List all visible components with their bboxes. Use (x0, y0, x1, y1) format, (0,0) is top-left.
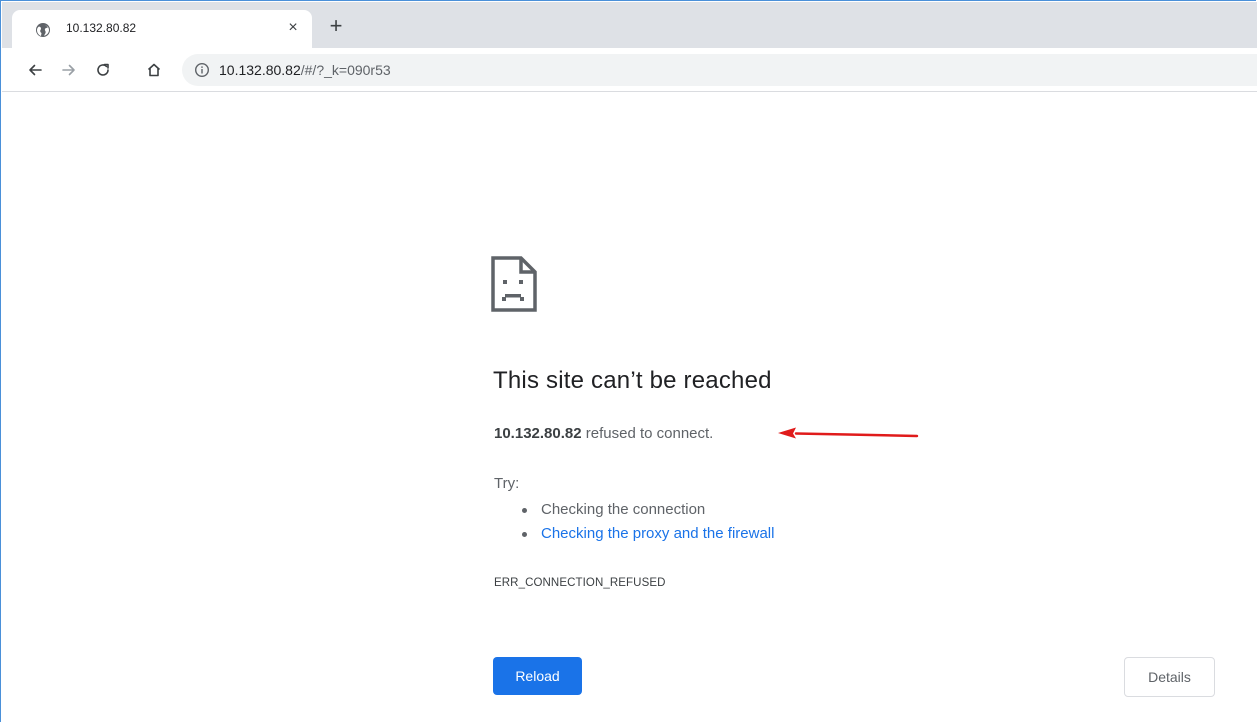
suggestion-text: Checking the connection (541, 501, 706, 518)
browser-window: 10.132.80.82 × + 10.132.80.82/#/?_k=090r… (0, 0, 1257, 722)
sad-page-icon (491, 256, 537, 312)
home-icon (147, 63, 161, 77)
tab-strip: 10.132.80.82 × + (2, 2, 1257, 48)
info-icon[interactable] (194, 62, 210, 78)
address-bar[interactable]: 10.132.80.82/#/?_k=090r53 (182, 54, 1257, 86)
tab-title: 10.132.80.82 (66, 21, 137, 35)
error-summary: 10.132.80.82 refused to connect. (494, 425, 713, 442)
annotation-arrow-icon (778, 427, 919, 439)
bullet-icon (522, 532, 527, 537)
suggestion-item-link[interactable]: Checking the proxy and the firewall (494, 522, 774, 546)
back-button[interactable] (22, 57, 48, 83)
details-button[interactable]: Details (1124, 657, 1215, 697)
globe-icon (36, 23, 50, 37)
url-path: /#/?_k=090r53 (300, 62, 391, 78)
forward-arrow-icon (62, 64, 75, 76)
forward-button[interactable] (56, 57, 82, 83)
reload-page-button[interactable] (90, 57, 116, 83)
active-tab[interactable]: 10.132.80.82 × (12, 10, 312, 48)
new-tab-button[interactable]: + (324, 15, 348, 39)
suggestion-item: Checking the connection (494, 498, 774, 522)
suggestion-list: Checking the connection Checking the pro… (494, 498, 774, 546)
error-code: ERR_CONNECTION_REFUSED (494, 577, 666, 589)
url-text[interactable]: 10.132.80.82/#/?_k=090r53 (219, 62, 391, 78)
proxy-firewall-link[interactable]: Checking the proxy and the firewall (541, 525, 774, 542)
bullet-icon (522, 508, 527, 513)
refresh-icon (97, 63, 109, 76)
error-heading: This site can’t be reached (493, 367, 772, 394)
home-button[interactable] (141, 57, 167, 83)
url-host: 10.132.80.82 (219, 62, 301, 78)
back-arrow-icon (29, 64, 42, 76)
toolbar: 10.132.80.82/#/?_k=090r53 (2, 48, 1257, 92)
reload-button[interactable]: Reload (493, 657, 582, 695)
try-label: Try: (494, 475, 520, 492)
tab-close-button[interactable]: × (284, 19, 302, 37)
error-host: 10.132.80.82 (494, 425, 582, 442)
error-summary-text: refused to connect. (585, 425, 714, 442)
